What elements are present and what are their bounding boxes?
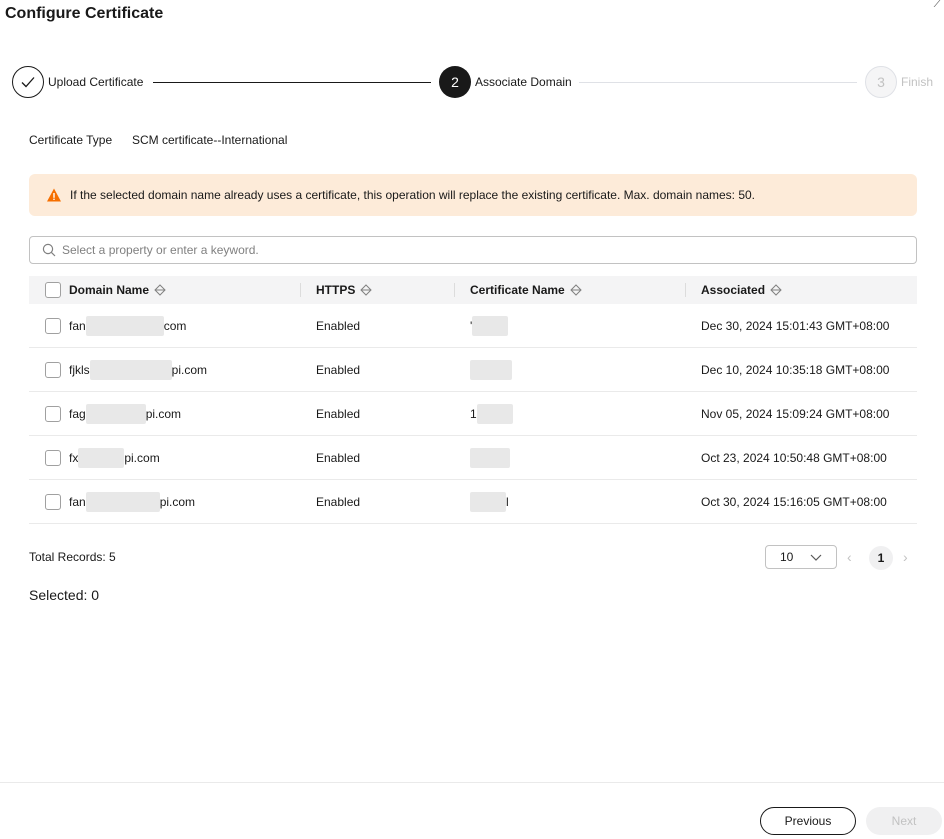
table-row: fx pi.com Enabled Oct 23, 2024 10:50:48 G… (29, 436, 917, 480)
https-cell: Enabled (316, 494, 361, 509)
step-connector (579, 82, 857, 83)
row-checkbox[interactable] (45, 405, 61, 422)
redacted-mask (78, 447, 125, 468)
alert-text: If the selected domain name already uses… (70, 188, 756, 202)
table-row: fan pi.com Enabled l Oct 30, 2024 15:16:0… (29, 480, 917, 524)
search-box[interactable] (29, 236, 917, 264)
associated-cell: Dec 30, 2024 15:01:43 GMT+08:00 (701, 318, 890, 333)
sort-icon[interactable] (360, 284, 373, 296)
associated-cell: Oct 30, 2024 15:16:05 GMT+08:00 (701, 494, 887, 509)
certificate-name-cell: l (470, 491, 509, 512)
search-input[interactable] (62, 243, 882, 257)
https-cell: Enabled (316, 318, 361, 333)
step-label: Upload Certificate (48, 75, 144, 89)
redacted-mask (89, 359, 172, 380)
https-cell: Enabled (316, 406, 361, 421)
redacted-mask (85, 315, 164, 336)
certificate-name-cell: ' (470, 315, 509, 336)
row-checkbox[interactable] (45, 493, 61, 510)
certificate-type-label: Certificate Type (29, 133, 113, 147)
search-icon (42, 243, 56, 257)
check-icon (12, 66, 44, 98)
page-number-current[interactable]: 1 (869, 546, 893, 570)
row-checkbox[interactable] (45, 449, 61, 466)
domain-table: Domain Name HTTPS Certificate Name Assoc… (29, 276, 917, 524)
dialog-title: Configure Certificate (5, 5, 164, 22)
certificate-type-row: Certificate Type SCM certificate--Intern… (29, 133, 287, 147)
column-divider (685, 283, 686, 297)
domain-name-cell: fan com (69, 315, 186, 336)
certificate-name-cell (470, 359, 512, 380)
redacted-mask (85, 491, 160, 512)
select-all-checkbox[interactable] (45, 282, 61, 298)
domain-name-cell: fag pi.com (69, 403, 181, 424)
domain-name-cell: fan pi.com (69, 491, 195, 512)
associated-cell: Oct 23, 2024 10:50:48 GMT+08:00 (701, 450, 887, 465)
row-checkbox[interactable] (45, 317, 61, 334)
step-connector (153, 82, 431, 83)
https-cell: Enabled (316, 450, 361, 465)
column-certificate-name[interactable]: Certificate Name (470, 283, 582, 297)
table-header: Domain Name HTTPS Certificate Name Assoc… (29, 276, 917, 304)
associated-cell: Dec 10, 2024 10:35:18 GMT+08:00 (701, 362, 890, 377)
prev-page-button[interactable]: ‹ (847, 549, 852, 565)
domain-name-cell: fjkls pi.com (69, 359, 207, 380)
certificate-type-value: SCM certificate--International (132, 133, 288, 147)
footer-divider (0, 782, 944, 783)
column-associated[interactable]: Associated (701, 283, 782, 297)
column-domain-name[interactable]: Domain Name (69, 283, 166, 297)
redacted-mask (472, 315, 509, 336)
page-size-select[interactable]: 10 (765, 545, 837, 569)
selected-count: Selected: 0 (29, 587, 100, 603)
next-page-button[interactable]: › (903, 549, 908, 565)
warning-alert: If the selected domain name already uses… (29, 174, 917, 216)
sort-icon[interactable] (154, 284, 166, 296)
step-finish: 3 Finish (865, 66, 933, 98)
step-label: Finish (901, 75, 934, 89)
certificate-name-cell (470, 447, 510, 468)
redacted-mask (85, 403, 146, 424)
domain-name-cell: fx pi.com (69, 447, 160, 468)
step-label: Associate Domain (475, 75, 572, 89)
total-records: Total Records: 5 (29, 550, 116, 564)
next-button[interactable]: Next (866, 807, 942, 835)
column-divider (300, 283, 301, 297)
redacted-mask (470, 491, 506, 512)
redacted-mask (470, 359, 512, 380)
redacted-mask (470, 447, 510, 468)
table-row: fan com Enabled ' Dec 30, 2024 15:01:43 G… (29, 304, 917, 348)
table-row: fag pi.com Enabled 1 Nov 05, 2024 15:09:2… (29, 392, 917, 436)
sort-icon[interactable] (770, 284, 782, 296)
https-cell: Enabled (316, 362, 361, 377)
associated-cell: Nov 05, 2024 15:09:24 GMT+08:00 (701, 406, 890, 421)
close-icon[interactable]: ⟋ (934, 0, 942, 11)
step-number: 3 (865, 66, 897, 98)
sort-icon[interactable] (570, 284, 582, 296)
step-upload-certificate: Upload Certificate (12, 66, 143, 98)
certificate-name-cell: 1 (470, 403, 513, 424)
column-https[interactable]: HTTPS (316, 283, 373, 297)
step-number: 2 (439, 66, 471, 98)
chevron-down-icon (810, 554, 822, 561)
page-size-value: 10 (780, 550, 794, 564)
redacted-mask (476, 403, 513, 424)
column-divider (454, 283, 455, 297)
stepper: Upload Certificate 2 Associate Domain 3 … (12, 66, 934, 98)
row-checkbox[interactable] (45, 361, 61, 378)
previous-button[interactable]: Previous (760, 807, 856, 835)
step-associate-domain: 2 Associate Domain (439, 66, 572, 98)
table-row: fjkls pi.com Enabled Dec 10, 2024 10:35:1… (29, 348, 917, 392)
warning-icon (47, 188, 61, 202)
